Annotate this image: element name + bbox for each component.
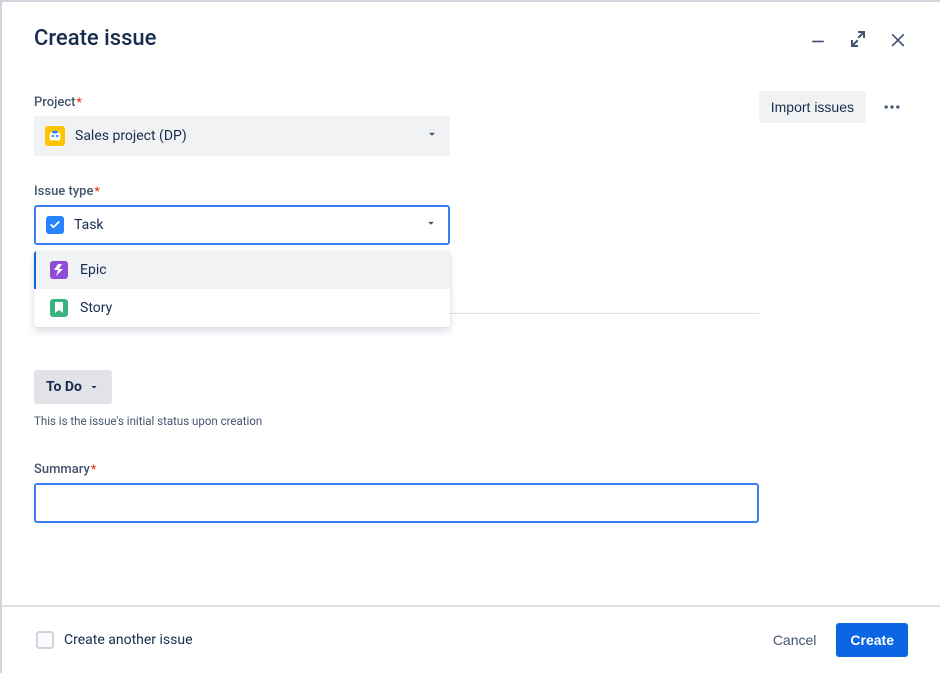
cancel-button[interactable]: Cancel bbox=[761, 624, 829, 656]
task-icon bbox=[46, 216, 64, 234]
footer: Create another issue Cancel Create bbox=[2, 605, 940, 673]
issue-type-label: Issue type* bbox=[34, 184, 100, 199]
project-label: Project* bbox=[34, 95, 82, 110]
issue-type-select[interactable]: Task bbox=[34, 205, 450, 245]
more-icon[interactable] bbox=[876, 91, 908, 123]
issue-type-dropdown: Epic Story bbox=[34, 251, 450, 327]
summary-input[interactable] bbox=[34, 483, 759, 523]
chevron-down-icon bbox=[88, 381, 100, 393]
epic-icon bbox=[50, 261, 68, 279]
import-issues-button[interactable]: Import issues bbox=[759, 91, 866, 123]
option-label: Epic bbox=[80, 262, 107, 278]
create-button[interactable]: Create bbox=[836, 623, 908, 657]
close-icon[interactable] bbox=[888, 29, 908, 49]
create-another-checkbox[interactable] bbox=[36, 631, 54, 649]
story-icon bbox=[50, 299, 68, 317]
issue-type-option-epic[interactable]: Epic bbox=[34, 251, 450, 289]
issue-type-option-story[interactable]: Story bbox=[34, 289, 450, 327]
issue-type-value: Task bbox=[74, 217, 104, 233]
status-chip[interactable]: To Do bbox=[34, 370, 112, 404]
status-value: To Do bbox=[46, 379, 82, 395]
project-icon bbox=[45, 126, 65, 146]
project-select[interactable]: Sales project (DP) bbox=[34, 116, 450, 156]
option-label: Story bbox=[80, 300, 112, 316]
modal-title: Create issue bbox=[34, 26, 156, 51]
expand-icon[interactable] bbox=[850, 31, 866, 47]
status-helper: This is the issue's initial status upon … bbox=[34, 414, 759, 428]
chevron-down-icon bbox=[425, 127, 439, 145]
create-another-label: Create another issue bbox=[64, 632, 193, 648]
summary-label: Summary* bbox=[34, 462, 96, 477]
minimize-icon[interactable] bbox=[808, 29, 828, 49]
project-value: Sales project (DP) bbox=[75, 128, 187, 144]
chevron-down-icon bbox=[424, 216, 438, 234]
